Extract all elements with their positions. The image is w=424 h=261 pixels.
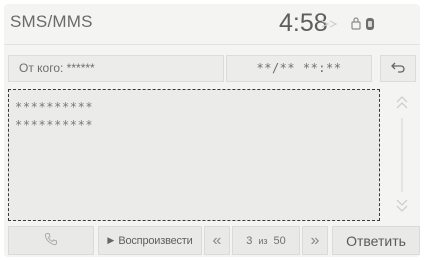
page-indicator: 3 из 50 xyxy=(232,226,300,255)
message-line: ********** xyxy=(15,100,94,114)
page-total: 50 xyxy=(273,234,286,247)
bluetooth-icon xyxy=(350,16,362,37)
scroll-column xyxy=(389,94,415,220)
sms-screen: SMS/MMS 4:58 От кого: ****** **/** **:**… xyxy=(4,4,420,257)
previous-message-button[interactable]: « xyxy=(204,226,230,255)
call-button[interactable] xyxy=(8,226,94,255)
next-message-button[interactable]: » xyxy=(302,226,328,255)
bottom-bar: ▶ Воспроизвести « 3 из 50 » Ответить xyxy=(4,226,420,257)
scrollbar-track[interactable] xyxy=(401,118,403,192)
back-button[interactable] xyxy=(380,55,416,82)
status-icons xyxy=(320,16,420,34)
reply-label: Ответить xyxy=(346,232,406,249)
app-title: SMS/MMS xyxy=(10,12,93,31)
scroll-down-icon[interactable] xyxy=(394,196,410,219)
battery-icon xyxy=(364,16,376,37)
phone-icon xyxy=(44,232,58,249)
signal-icon xyxy=(320,19,344,32)
play-label: Воспроизвести xyxy=(118,234,193,247)
page-of: из xyxy=(258,235,268,246)
double-chevron-left-icon: « xyxy=(212,231,222,249)
header-divider xyxy=(4,44,420,45)
message-body[interactable]: ********** ********** xyxy=(8,89,380,221)
date-time-field: **/** **:** xyxy=(226,55,372,82)
scroll-up-icon[interactable] xyxy=(394,94,410,117)
play-icon: ▶ xyxy=(107,235,115,245)
page-current: 3 xyxy=(246,234,253,247)
header: SMS/MMS 4:58 xyxy=(4,4,420,44)
play-message-button[interactable]: ▶ Воспроизвести xyxy=(98,226,202,255)
message-line: ********** xyxy=(15,118,94,132)
sender-field: От кого: ****** xyxy=(8,55,224,82)
info-row: От кого: ****** **/** **:** xyxy=(4,49,420,87)
back-arrow-icon xyxy=(390,60,406,78)
reply-button[interactable]: Ответить xyxy=(332,226,420,255)
double-chevron-right-icon: » xyxy=(310,231,320,249)
